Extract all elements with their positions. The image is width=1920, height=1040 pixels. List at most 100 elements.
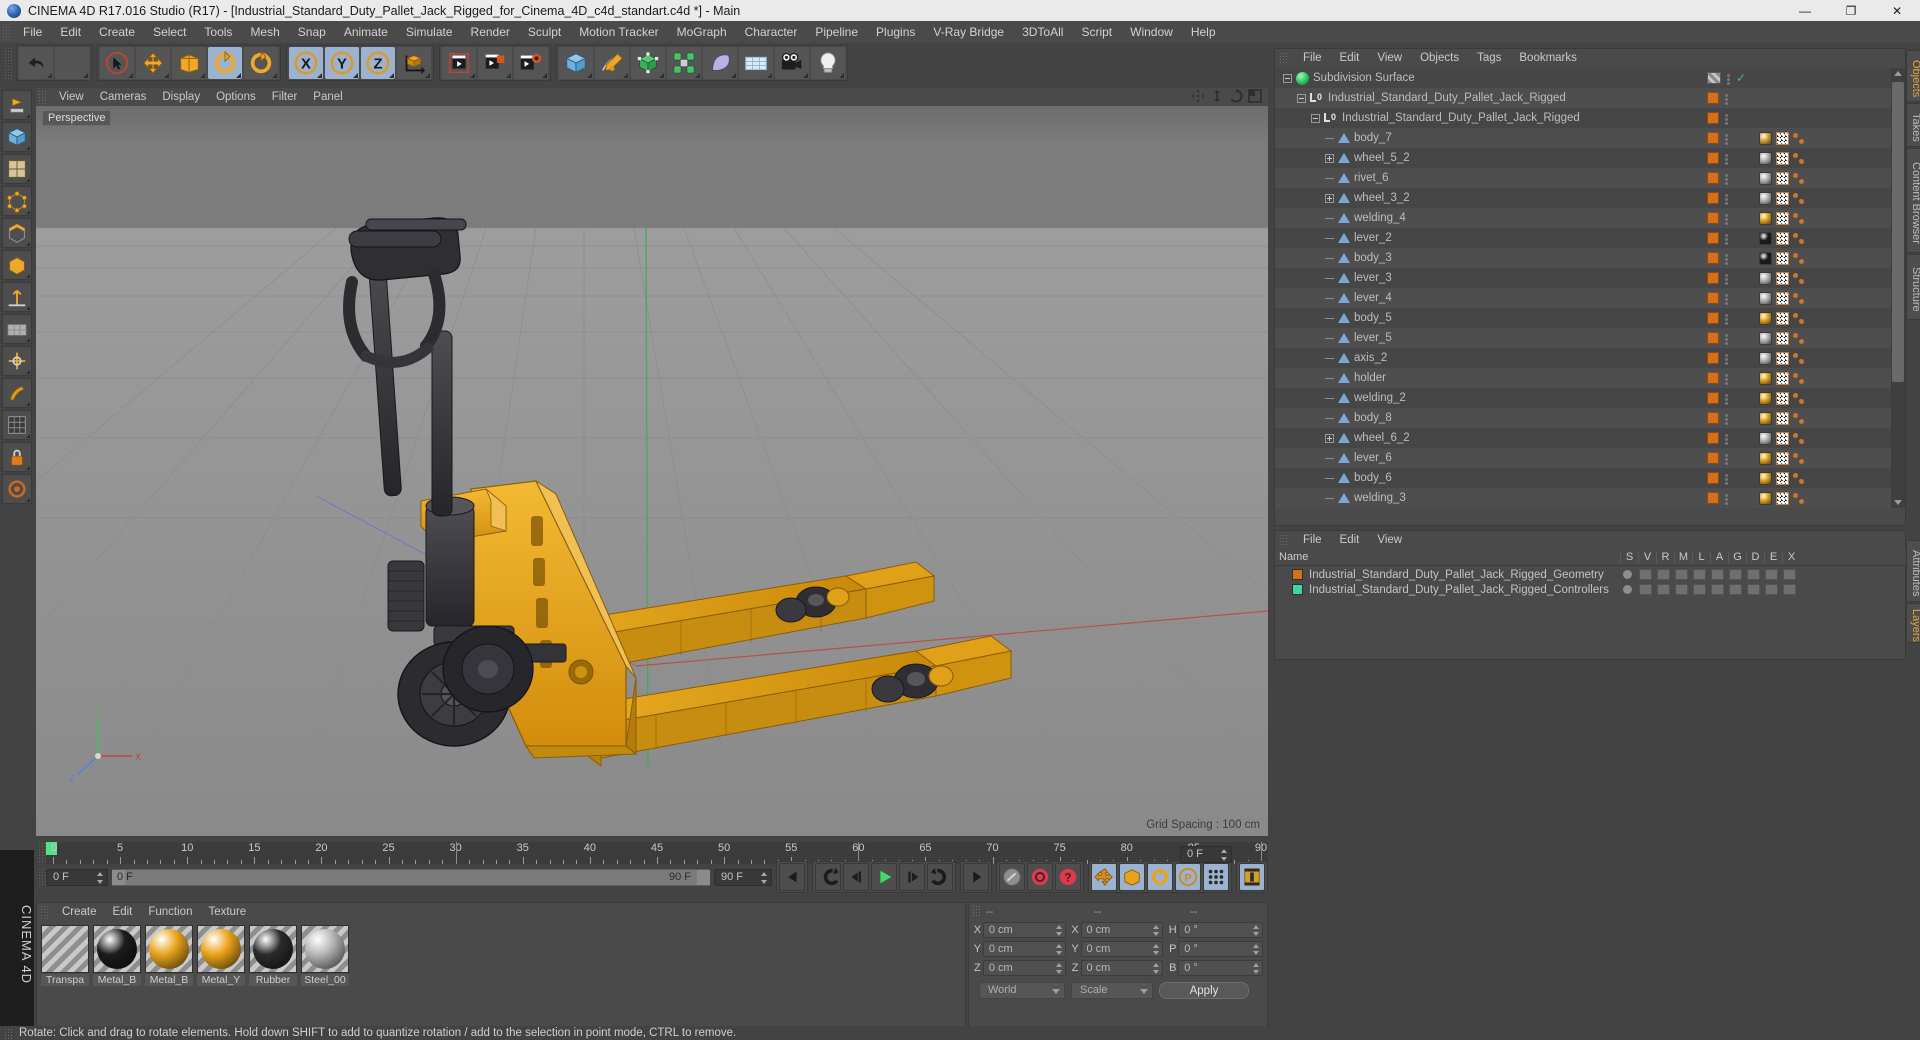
- material-tag-icon[interactable]: [1759, 491, 1772, 505]
- side-tab-takes[interactable]: Takes: [1906, 103, 1920, 147]
- uvw-tag-icon[interactable]: [1776, 491, 1789, 505]
- menu-item-simulate[interactable]: Simulate: [397, 21, 462, 43]
- expander-plus-icon[interactable]: [1325, 193, 1334, 203]
- toolbar-button-axis-z[interactable]: Z: [361, 47, 395, 79]
- manager-icon[interactable]: [1675, 569, 1688, 580]
- material-item[interactable]: Steel_00: [301, 925, 349, 986]
- phong-tag-icon[interactable]: [1793, 212, 1807, 225]
- layer-color-tag[interactable]: [1707, 172, 1719, 184]
- layer-color-tag[interactable]: [1707, 272, 1719, 284]
- phong-tag-icon[interactable]: [1793, 312, 1807, 325]
- layer-color-tag[interactable]: [1707, 332, 1719, 344]
- toolbar-button-redo[interactable]: [55, 47, 89, 79]
- transport-timeline[interactable]: [1239, 863, 1265, 891]
- palette-button-workplane[interactable]: [2, 314, 32, 344]
- material-tag-icon[interactable]: [1759, 211, 1772, 225]
- uvw-tag-icon[interactable]: [1776, 131, 1789, 145]
- layer-color-tag[interactable]: [1707, 252, 1719, 264]
- visibility-toggle-icon[interactable]: [1707, 72, 1721, 84]
- menu-item-edit[interactable]: Edit: [51, 21, 90, 43]
- stepper-icon[interactable]: [761, 871, 768, 884]
- phong-tag-icon[interactable]: [1793, 492, 1807, 505]
- stepper-icon[interactable]: [97, 871, 104, 884]
- toolbar-button-rotate[interactable]: [208, 47, 242, 79]
- toolbar-button-floor-scene[interactable]: [739, 47, 773, 79]
- stepper-icon[interactable]: [1055, 943, 1063, 955]
- lock-icon[interactable]: [1693, 584, 1706, 595]
- layer-color-tag[interactable]: [1707, 412, 1719, 424]
- material-menu-function[interactable]: Function: [140, 903, 200, 921]
- palette-button-model-mode[interactable]: [2, 122, 32, 152]
- current-frame-field[interactable]: 0 F: [46, 868, 108, 886]
- layer-color-tag[interactable]: [1707, 292, 1719, 304]
- material-item[interactable]: Rubber: [249, 925, 297, 986]
- layer-color-tag[interactable]: [1707, 392, 1719, 404]
- toolbar-button-axis-y[interactable]: Y: [325, 47, 359, 79]
- scrollbar-thumb[interactable]: [1892, 82, 1904, 382]
- phong-tag-icon[interactable]: [1793, 252, 1807, 265]
- palette-button-texture-mode[interactable]: [2, 154, 32, 184]
- coordinate-mode-select[interactable]: Scale: [1071, 982, 1153, 999]
- timeline-range-bar[interactable]: 0 F 90 F: [112, 868, 710, 886]
- toolbar-button-camera[interactable]: [775, 47, 809, 79]
- transport-step-back[interactable]: [843, 863, 869, 891]
- expander-minus-icon[interactable]: [1297, 93, 1306, 103]
- expander-minus-icon[interactable]: [1283, 73, 1292, 83]
- toolbar-button-world-axis[interactable]: [397, 47, 431, 79]
- uvw-tag-icon[interactable]: [1776, 351, 1789, 365]
- object-row[interactable]: wheel_3_2: [1275, 188, 1893, 208]
- transport-record-keyframe[interactable]: [1027, 863, 1053, 891]
- layer-color-tag[interactable]: [1707, 112, 1719, 124]
- uvw-tag-icon[interactable]: [1776, 371, 1789, 385]
- zoom-camera-icon[interactable]: [1210, 89, 1224, 103]
- palette-button-snap[interactable]: [2, 346, 32, 376]
- layer-menu-file[interactable]: File: [1294, 531, 1331, 550]
- material-thumbnail[interactable]: [41, 925, 89, 973]
- layer-row[interactable]: Industrial_Standard_Duty_Pallet_Jack_Rig…: [1275, 582, 1907, 597]
- phong-tag-icon[interactable]: [1793, 352, 1807, 365]
- transport-go-to-start[interactable]: [779, 863, 805, 891]
- palette-button-anim-layer[interactable]: [2, 474, 32, 504]
- material-thumbnail[interactable]: [145, 925, 193, 973]
- object-row[interactable]: lever_6: [1275, 448, 1893, 468]
- layer-menu-edit[interactable]: Edit: [1331, 531, 1369, 550]
- animation-icon[interactable]: [1711, 584, 1724, 595]
- menu-item-plugins[interactable]: Plugins: [867, 21, 924, 43]
- palette-button-grid-toggle[interactable]: [2, 410, 32, 440]
- viewport-canvas[interactable]: Y X Z: [36, 106, 1268, 836]
- material-tag-icon[interactable]: [1759, 151, 1772, 165]
- menu-item-mograph[interactable]: MoGraph: [668, 21, 736, 43]
- menu-item-select[interactable]: Select: [144, 21, 195, 43]
- object-row[interactable]: lever_3: [1275, 268, 1893, 288]
- uvw-tag-icon[interactable]: [1776, 391, 1789, 405]
- rotate-camera-icon[interactable]: [1229, 89, 1243, 103]
- uvw-tag-icon[interactable]: [1776, 271, 1789, 285]
- material-tag-icon[interactable]: [1759, 131, 1772, 145]
- palette-button-edge-mode[interactable]: [2, 218, 32, 248]
- stepper-icon[interactable]: [1153, 924, 1160, 936]
- material-thumbnail[interactable]: [197, 925, 245, 973]
- object-menu-objects[interactable]: Objects: [1411, 49, 1468, 68]
- toolbar-button-deformer[interactable]: [703, 47, 737, 79]
- coordinate-input[interactable]: 0 cm: [1080, 940, 1164, 957]
- maximize-button[interactable]: ❐: [1828, 0, 1874, 21]
- uvw-tag-icon[interactable]: [1776, 471, 1789, 485]
- xpresso-icon[interactable]: [1783, 569, 1796, 580]
- xpresso-icon[interactable]: [1783, 584, 1796, 595]
- object-row[interactable]: Subdivision Surface ✓: [1275, 68, 1893, 88]
- layer-column-d[interactable]: D: [1746, 551, 1764, 563]
- render-icon[interactable]: [1657, 584, 1670, 595]
- side-tab-layers[interactable]: Layers: [1906, 603, 1920, 643]
- toolbar-button-select-arrow[interactable]: [100, 47, 134, 79]
- palette-button-lock[interactable]: [2, 442, 32, 472]
- material-tag-icon[interactable]: [1759, 371, 1772, 385]
- uvw-tag-icon[interactable]: [1776, 211, 1789, 225]
- transport-key-scale[interactable]: [1119, 863, 1145, 891]
- menu-item-create[interactable]: Create: [90, 21, 144, 43]
- object-row[interactable]: body_6: [1275, 468, 1893, 488]
- coordinate-input[interactable]: 0 °: [1178, 921, 1264, 938]
- menu-item-window[interactable]: Window: [1121, 21, 1182, 43]
- toolbar-button-render-view[interactable]: [442, 47, 476, 79]
- object-row[interactable]: wheel_6_2: [1275, 428, 1893, 448]
- layer-color-tag[interactable]: [1707, 352, 1719, 364]
